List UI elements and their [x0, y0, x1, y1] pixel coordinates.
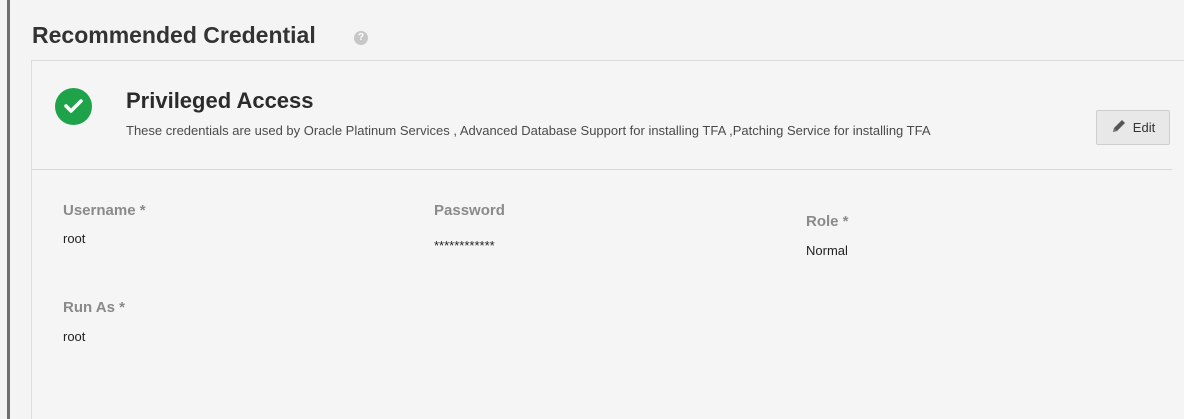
credential-page: Recommended Credential ? Privileged Acce… — [0, 0, 1184, 419]
credential-panel: Privileged Access These credentials are … — [31, 60, 1184, 419]
section-divider — [32, 169, 1172, 170]
edit-button[interactable]: Edit — [1096, 110, 1170, 145]
credential-description: These credentials are used by Oracle Pla… — [126, 123, 931, 138]
run-as-value: root — [63, 329, 86, 344]
help-icon[interactable]: ? — [354, 31, 368, 45]
page-title: Recommended Credential — [32, 22, 316, 48]
password-value: ************ — [434, 238, 495, 253]
password-label: Password — [434, 202, 505, 219]
edit-button-label: Edit — [1132, 120, 1156, 135]
credential-title: Privileged Access — [126, 88, 314, 113]
username-value: root — [63, 231, 86, 246]
left-border — [0, 0, 10, 419]
check-circle-icon — [55, 88, 92, 125]
run-as-label: Run As * — [63, 299, 125, 316]
pencil-icon — [1111, 118, 1127, 137]
role-label: Role * — [806, 213, 849, 230]
role-value: Normal — [806, 243, 848, 258]
username-label: Username * — [63, 202, 146, 219]
